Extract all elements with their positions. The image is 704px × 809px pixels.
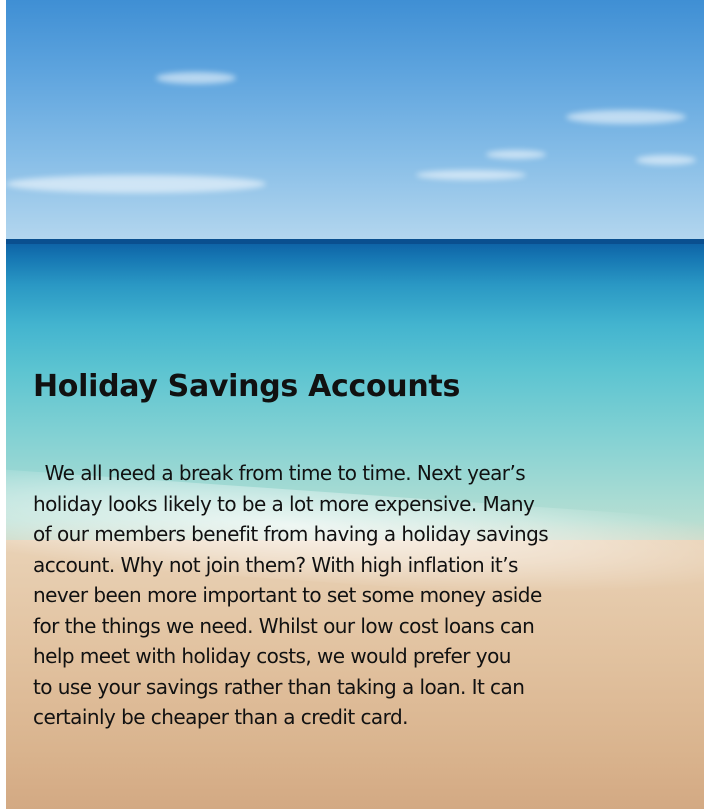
cloud	[486, 150, 546, 159]
article-body-line: certainly be cheaper than a credit card.	[33, 705, 408, 729]
cloud	[156, 72, 236, 84]
article-body-line: account. Why not join them? With high in…	[33, 552, 518, 577]
article-body-line: never been more important to set some mo…	[33, 583, 542, 607]
horizon	[6, 239, 704, 244]
article-body-line: for the things we need. Whilst our low c…	[33, 613, 535, 638]
cloud	[636, 155, 696, 165]
article-title: Holiday Savings Accounts	[33, 369, 461, 404]
article-body-line: holiday looks likely to be a lot more ex…	[33, 491, 535, 516]
page-margin	[0, 0, 6, 809]
article-body-line: to use your savings rather than taking a…	[33, 674, 525, 699]
cloud	[566, 110, 686, 124]
flyer-page: Holiday Savings Accounts We all need a b…	[0, 0, 704, 809]
article-body: We all need a break from time to time. N…	[33, 458, 693, 733]
cloud	[416, 170, 526, 180]
article-body-line: help meet with holiday costs, we would p…	[33, 644, 511, 668]
article-body-line: of our members benefit from having a hol…	[33, 522, 549, 546]
article-body-line: We all need a break from time to time. N…	[33, 461, 526, 485]
cloud	[6, 175, 266, 193]
